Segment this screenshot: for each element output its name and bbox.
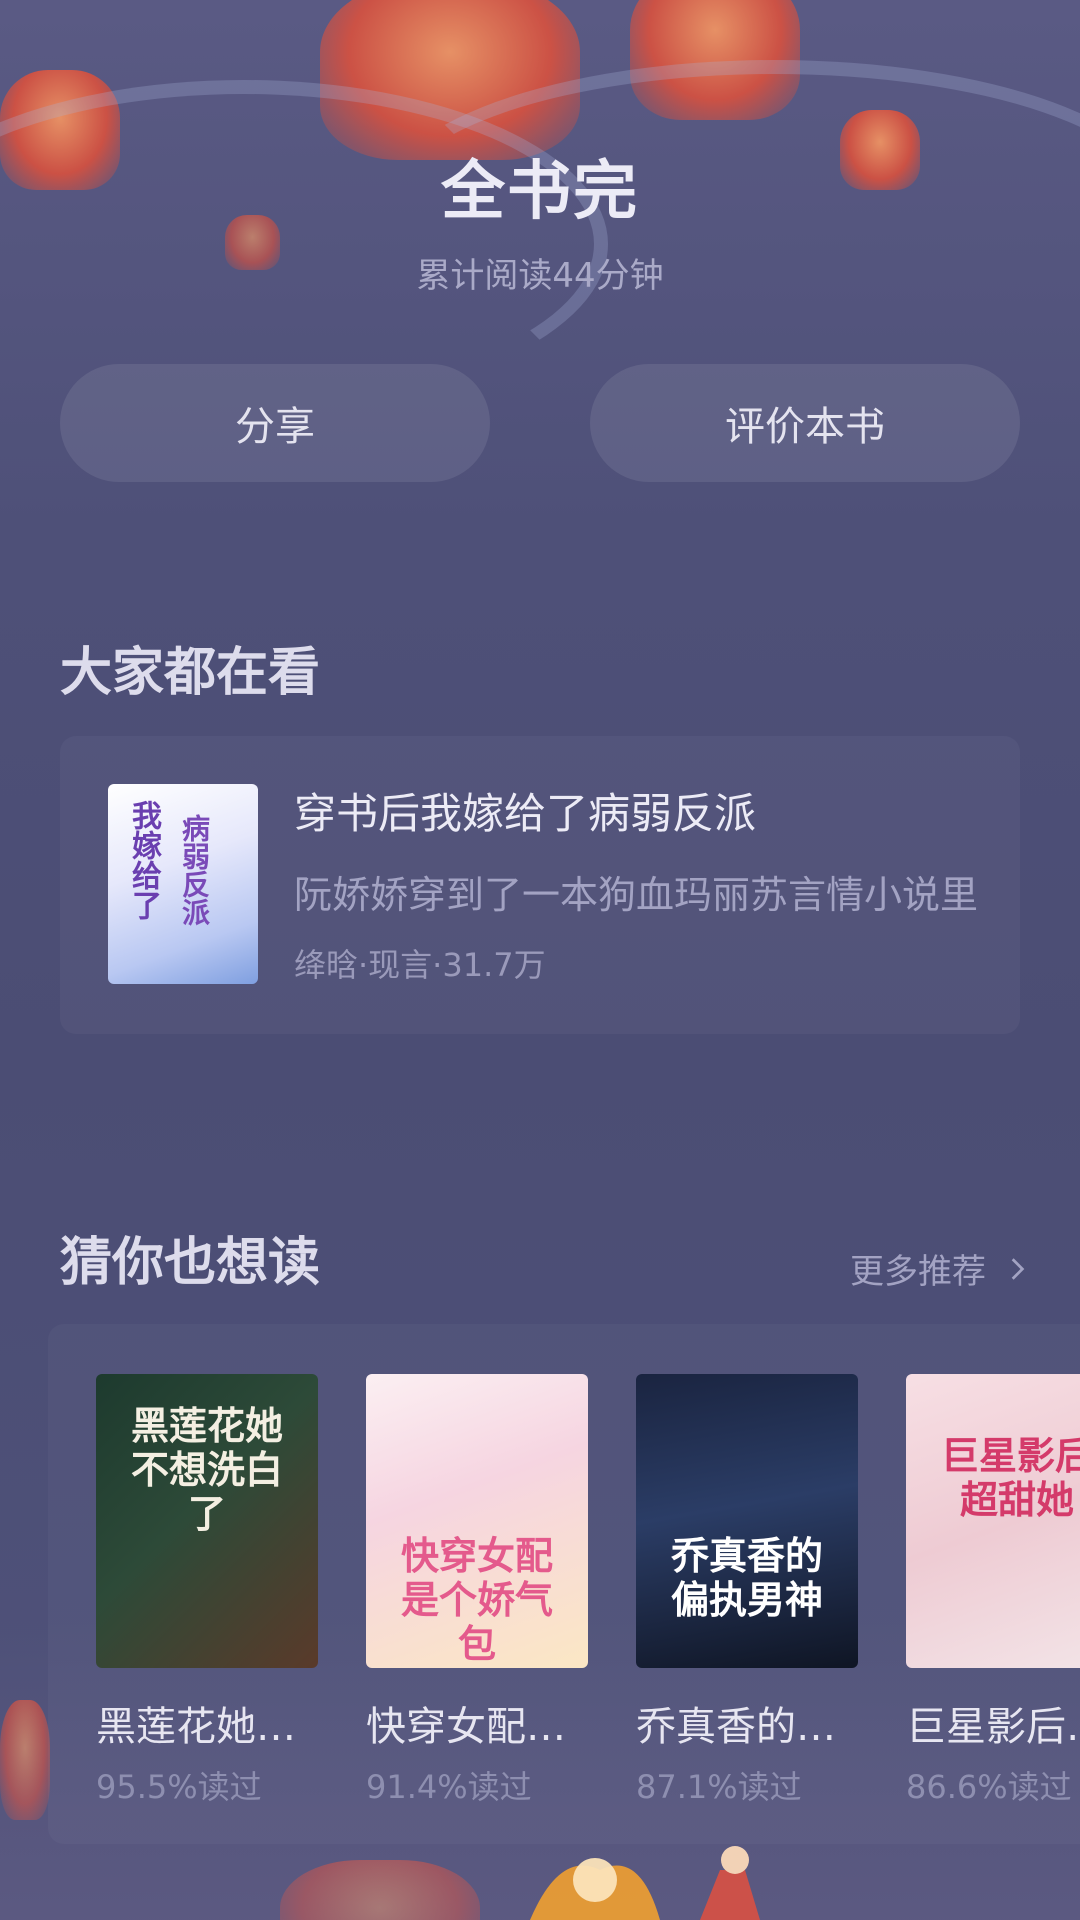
more-recommendations-label: 更多推荐	[850, 1252, 986, 1292]
cover-text: 黑莲花她不想洗白了	[130, 1403, 283, 1536]
cover-text: 病弱反派	[178, 814, 211, 926]
rate-book-button[interactable]: 评价本书	[590, 364, 1020, 482]
book-cover: 黑莲花她不想洗白了	[96, 1374, 318, 1668]
book-item[interactable]: 乔真香的偏执男神 乔真香的… 87.1%读过	[636, 1374, 858, 1808]
reading-time: 累计阅读44分钟	[416, 256, 664, 296]
share-button[interactable]: 分享	[60, 364, 490, 482]
cover-text: 快穿女配是个娇气包	[400, 1533, 553, 1666]
book-description: 阮娇娇穿到了一本狗血玛丽苏言情小说里	[294, 873, 979, 917]
book-item[interactable]: 黑莲花她不想洗白了 黑莲花她… 95.5%读过	[96, 1374, 318, 1808]
book-title: 乔真香的…	[636, 1704, 836, 1750]
more-recommendations-link[interactable]: 更多推荐	[850, 1244, 1030, 1293]
page-title: 全书完	[441, 155, 639, 229]
read-percentage: 87.1%读过	[636, 1768, 802, 1806]
cover-text: 巨星影后超甜她	[940, 1433, 1080, 1522]
book-title: 黑莲花她…	[96, 1704, 296, 1750]
book-cover: 快穿女配是个娇气包	[366, 1374, 588, 1668]
rate-book-button-label: 评价本书	[725, 404, 885, 450]
book-title: 巨星影后…	[906, 1704, 1080, 1750]
cover-text: 我嫁给了	[126, 800, 161, 920]
book-meta: 绛晗·现言·31.7万	[294, 946, 546, 984]
book-cover: 乔真香的偏执男神	[636, 1374, 858, 1668]
recommended-book-card[interactable]: 我嫁给了 病弱反派 穿书后我嫁给了病弱反派 阮娇娇穿到了一本狗血玛丽苏言情小说里…	[60, 736, 1020, 1034]
section-title-guess: 猜你也想读	[60, 1232, 321, 1293]
read-percentage: 95.5%读过	[96, 1768, 262, 1806]
book-item[interactable]: 巨星影后超甜她 巨星影后… 86.6%读过	[906, 1374, 1080, 1808]
book-cover: 巨星影后超甜她	[906, 1374, 1080, 1668]
chevron-right-icon	[1011, 1257, 1025, 1280]
read-percentage: 86.6%读过	[906, 1768, 1072, 1806]
book-title: 快穿女配…	[366, 1704, 566, 1750]
bottom-illustration	[530, 1846, 760, 1920]
share-button-label: 分享	[235, 404, 315, 450]
section-title-popular: 大家都在看	[60, 642, 321, 703]
read-percentage: 91.4%读过	[366, 1768, 532, 1806]
book-cover: 我嫁给了 病弱反派	[108, 784, 258, 984]
book-item[interactable]: 快穿女配是个娇气包 快穿女配… 91.4%读过	[366, 1374, 588, 1808]
book-title: 穿书后我嫁给了病弱反派	[294, 789, 757, 838]
cover-text: 乔真香的偏执男神	[670, 1533, 823, 1622]
book-shelf: 黑莲花她不想洗白了 黑莲花她… 95.5%读过 快穿女配是个娇气包 快穿女配… …	[48, 1324, 1080, 1844]
